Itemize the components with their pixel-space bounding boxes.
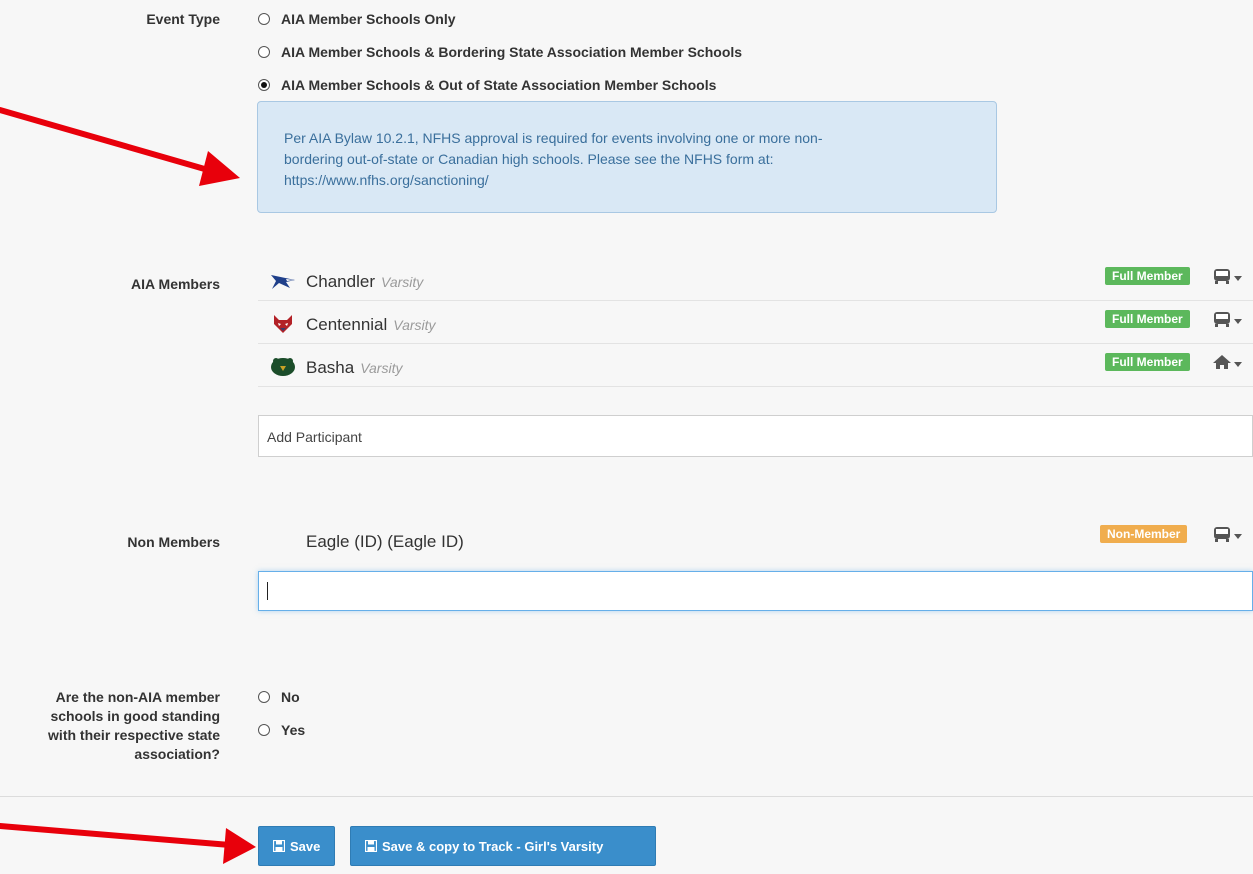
bus-icon[interactable]	[1212, 310, 1232, 328]
member-level: Varsity	[381, 274, 424, 290]
form-divider	[0, 796, 1253, 797]
event-type-option-bordering-state[interactable]: AIA Member Schools & Bordering State Ass…	[258, 44, 742, 60]
chevron-down-icon[interactable]	[1234, 319, 1242, 324]
save-button[interactable]: Save	[258, 826, 336, 866]
centennial-coyote-logo	[274, 315, 292, 333]
radio-label: AIA Member Schools & Bordering State Ass…	[281, 44, 743, 60]
member-level: Varsity	[393, 317, 436, 333]
member-name: Centennial Varsity	[306, 315, 436, 334]
member-row-basha: Basha Varsity Full Member	[258, 344, 1253, 387]
radio-label: No	[281, 689, 300, 705]
member-name: Chandler Varsity	[306, 272, 424, 291]
aia-members-label: AIA Members	[131, 276, 220, 292]
bus-icon[interactable]	[1212, 525, 1232, 543]
info-line: https://www.nfhs.org/sanctioning/	[284, 172, 489, 188]
status-badge: Full Member	[1105, 310, 1190, 328]
member-row-chandler: Chandler Varsity Full Member	[258, 258, 1253, 301]
chevron-down-icon[interactable]	[1234, 534, 1242, 539]
nfhs-info-alert: Per AIA Bylaw 10.2.1, NFHS approval is r…	[257, 101, 997, 213]
radio-button[interactable]	[258, 691, 270, 703]
member-name: Eagle (ID) (Eagle ID)	[306, 532, 464, 551]
radio-label: AIA Member Schools & Out of State Associ…	[281, 77, 717, 93]
chevron-down-icon[interactable]	[1234, 276, 1242, 281]
status-badge: Full Member	[1105, 353, 1190, 371]
good-standing-option-no[interactable]: No	[258, 689, 300, 705]
basha-bear-logo	[271, 358, 295, 376]
floppy-disk-icon	[273, 840, 285, 852]
chevron-down-icon[interactable]	[1234, 362, 1242, 367]
radio-label: AIA Member Schools Only	[281, 11, 456, 27]
non-member-search-input[interactable]	[258, 571, 1253, 611]
radio-label: Yes	[281, 722, 306, 738]
good-standing-label: Are the non-AIA member schools in good s…	[48, 689, 220, 762]
event-form-panel: Event Type AIA Member Schools Only AIA M…	[0, 0, 1253, 874]
radio-button[interactable]	[258, 13, 270, 25]
event-type-option-members-only[interactable]: AIA Member Schools Only	[258, 11, 456, 27]
good-standing-option-yes[interactable]: Yes	[258, 722, 305, 738]
text-cursor	[267, 582, 268, 600]
status-badge: Non-Member	[1100, 525, 1188, 543]
bus-icon[interactable]	[1212, 267, 1232, 285]
info-line: Per AIA Bylaw 10.2.1, NFHS approval is r…	[284, 130, 823, 146]
status-badge: Full Member	[1105, 267, 1190, 285]
save-copy-button[interactable]: Save & copy to Track - Girl's Varsity	[350, 826, 656, 866]
radio-button[interactable]	[258, 46, 270, 58]
radio-button[interactable]	[258, 724, 270, 736]
floppy-disk-icon	[365, 840, 377, 852]
add-participant-input[interactable]: Add Participant	[258, 415, 1253, 457]
event-type-option-out-of-state[interactable]: AIA Member Schools & Out of State Associ…	[258, 77, 716, 93]
member-row-centennial: Centennial Varsity Full Member	[258, 301, 1253, 344]
home-icon[interactable]	[1212, 353, 1232, 371]
member-name: Basha Varsity	[306, 358, 403, 377]
member-level: Varsity	[360, 360, 403, 376]
event-type-label: Event Type	[146, 11, 220, 27]
non-member-row-eagle: Eagle (ID) (Eagle ID) Non-Member	[258, 516, 1253, 559]
non-members-label: Non Members	[127, 534, 220, 550]
radio-button-checked[interactable]	[258, 79, 270, 91]
info-line: bordering out-of-state or Canadian high …	[284, 151, 774, 167]
chandler-wolf-logo	[271, 275, 295, 289]
